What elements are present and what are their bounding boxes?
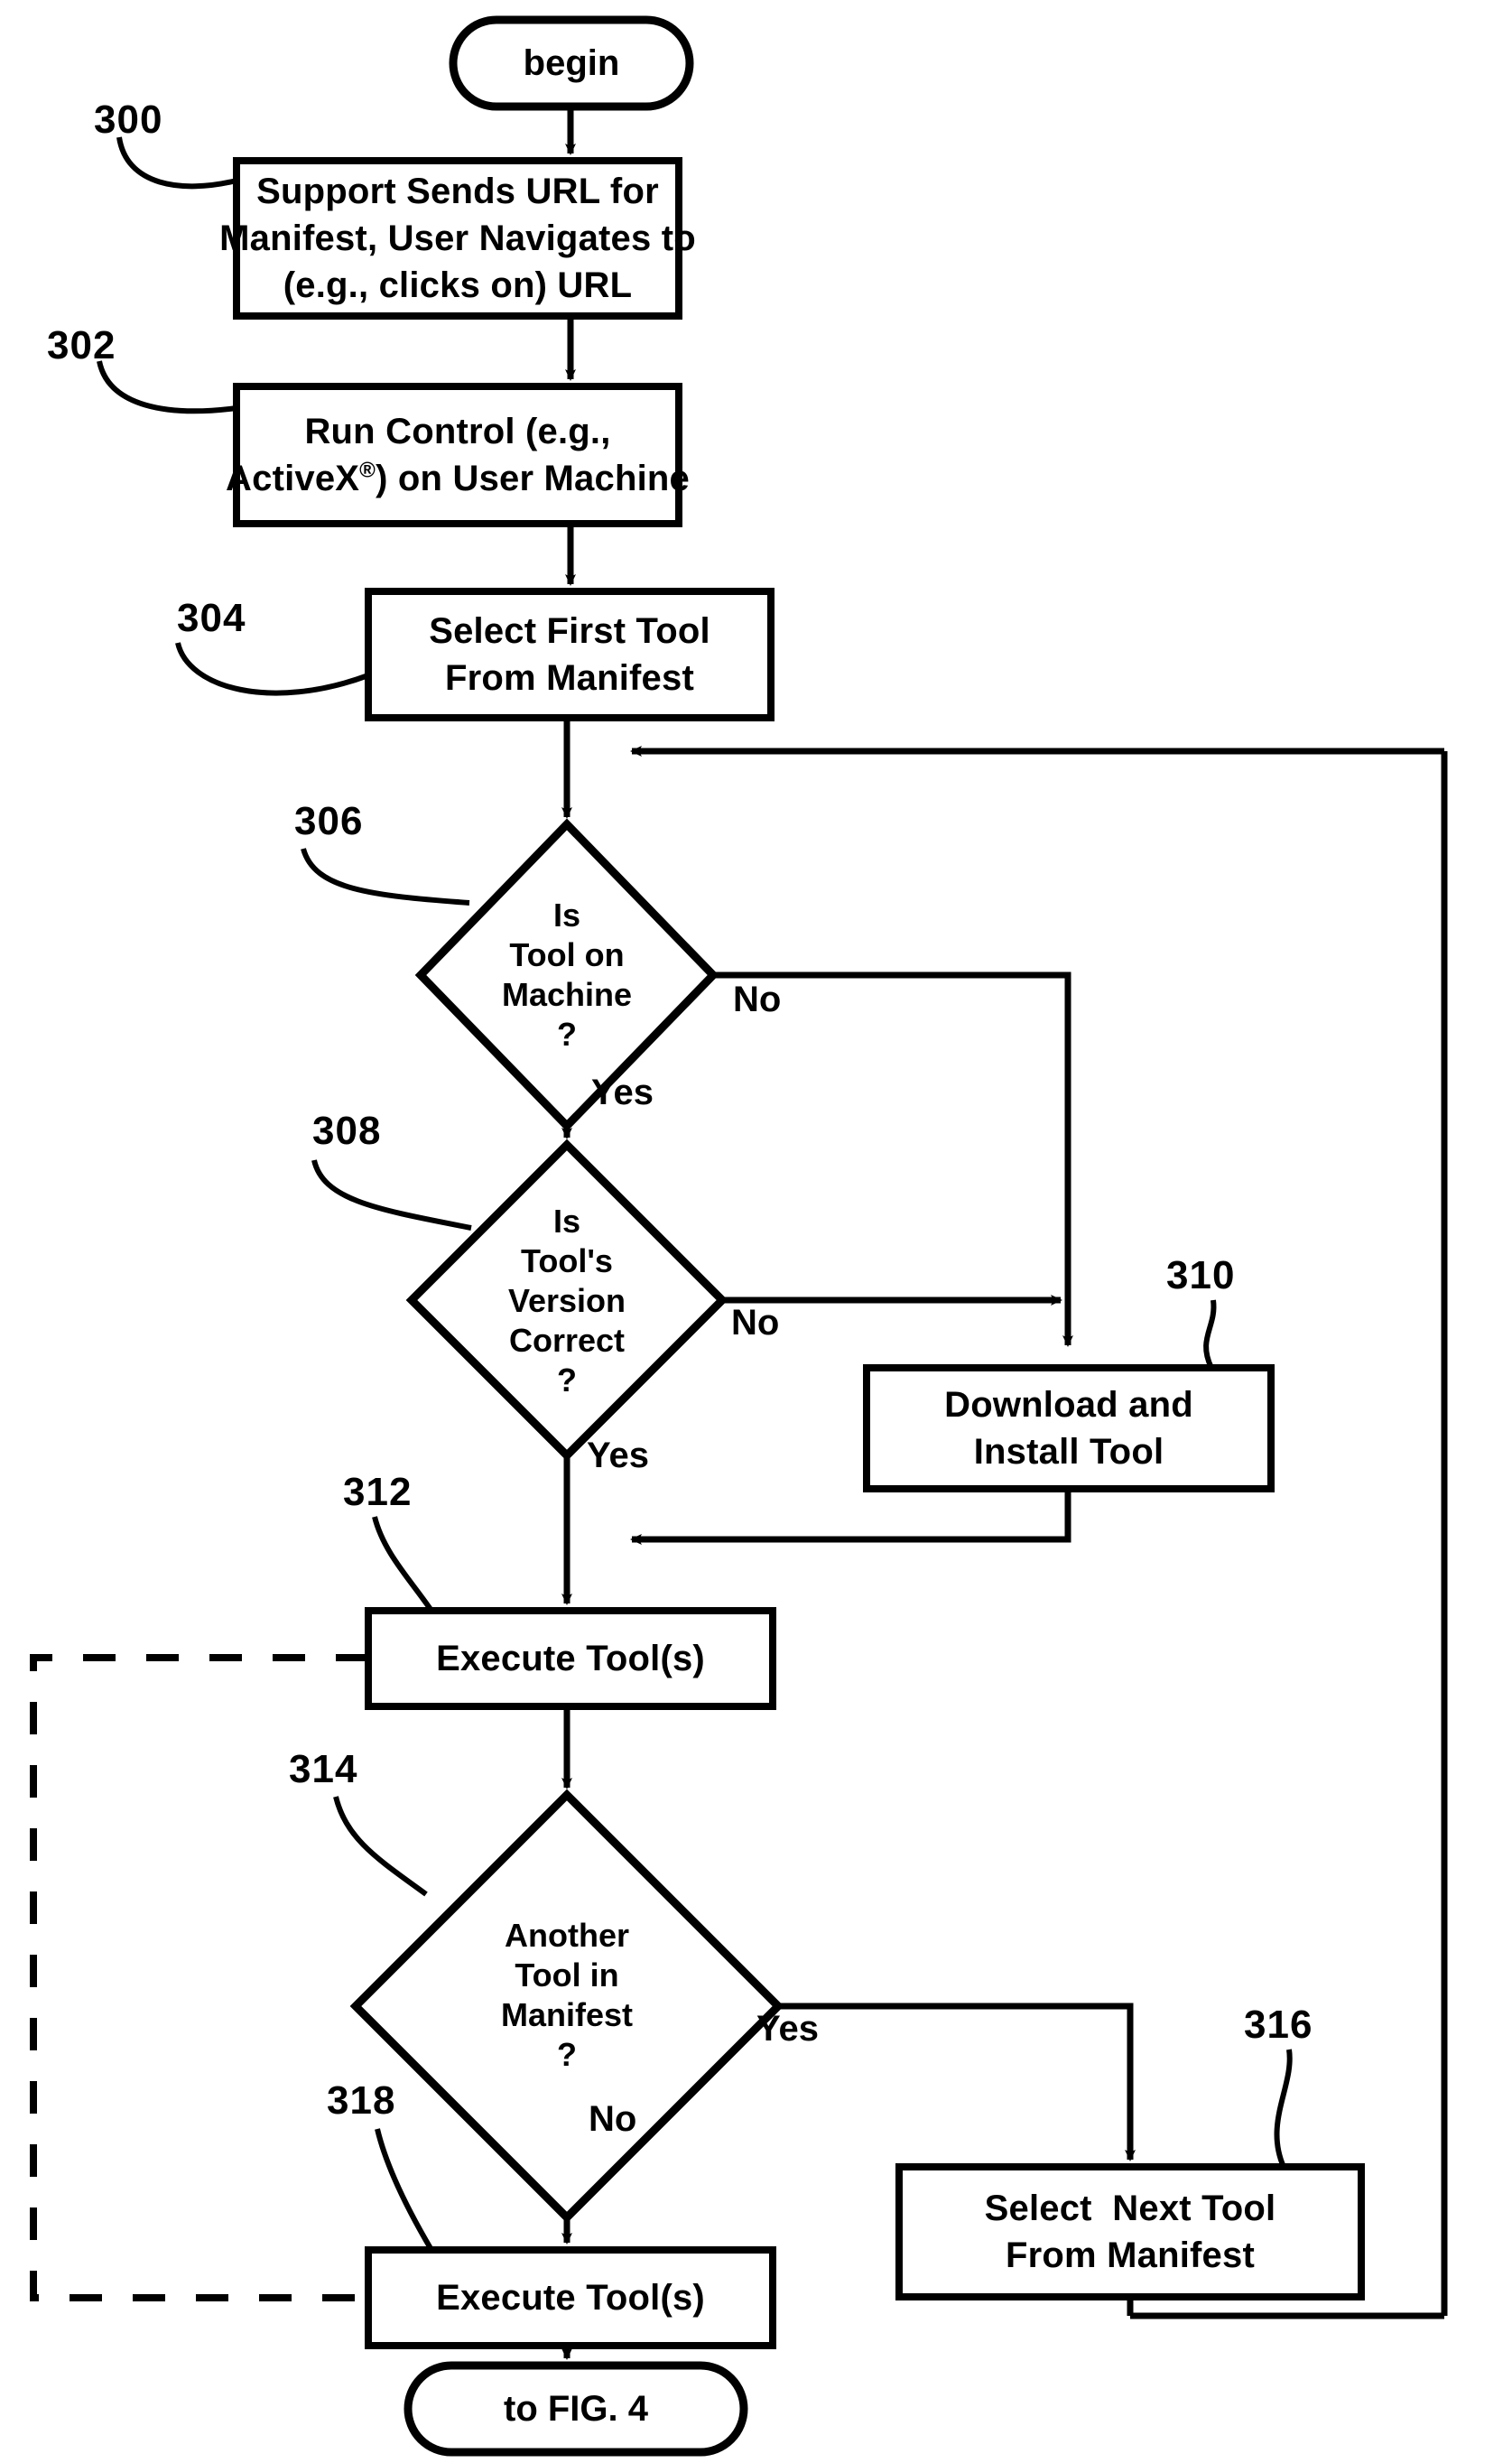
ref-numeral-318: 318 [327,2078,396,2123]
leader-318 [375,2128,434,2252]
box-310-shape [863,1364,1275,1492]
diamond-314-shape [349,1789,784,2224]
edge-label-308-no: No [731,1303,780,1343]
box-312-shape [365,1607,776,1710]
edge-label-306-no: No [733,980,782,1019]
flowchart-figure: begin Support Sends URL for Manifest, Us… [0,0,1512,2463]
ref-numeral-304: 304 [177,596,246,640]
end-terminator-shape [404,2361,748,2457]
box-300-shape [233,157,682,320]
leader-304 [175,642,370,696]
box-304-shape [365,588,775,721]
leader-310 [1203,1299,1217,1370]
edge-label-308-yes: Yes [587,1436,649,1475]
edge-label-314-no: No [589,2099,637,2139]
leader-314 [333,1796,428,1897]
leader-308 [311,1159,472,1231]
ref-numeral-314: 314 [289,1747,358,1791]
ref-numeral-312: 312 [343,1470,413,1514]
box-302-shape [233,383,682,527]
leader-306 [301,848,470,906]
leader-300 [116,136,237,190]
leader-302 [97,360,237,414]
flowchart-canvas [30,15,1448,2457]
edge-label-314-yes: Yes [756,2009,819,2049]
edge-label-306-yes: Yes [591,1073,654,1112]
connector-310-to-312 [630,1489,1071,1545]
ref-numeral-306: 306 [294,799,364,843]
leader-316 [1274,2049,1293,2169]
connector-306-no [713,971,1073,1347]
ref-numeral-300: 300 [94,98,163,142]
leader-312 [372,1516,434,1613]
box-318-shape [365,2246,776,2349]
connector-314-yes [778,2003,1136,2161]
diamond-308-shape [405,1139,728,1462]
ref-numeral-302: 302 [47,323,116,367]
begin-terminator-shape [449,15,694,111]
diamond-306-shape [414,818,719,1132]
box-316-shape [895,2163,1365,2300]
ref-numeral-308: 308 [312,1109,382,1153]
ref-numeral-316: 316 [1244,2003,1313,2047]
ref-numeral-310: 310 [1166,1253,1236,1297]
